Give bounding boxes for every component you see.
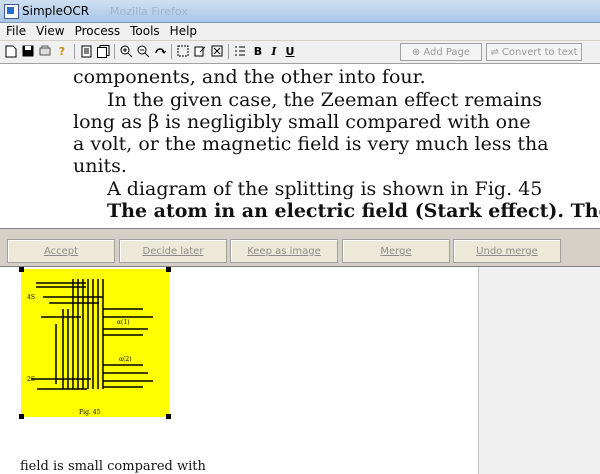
toolbar: ? B I U ⊕ Add Page ⇌ Convert to text — [0, 41, 600, 64]
new-icon[interactable] — [4, 44, 18, 58]
background-window-title: Mozilla Firefox — [110, 5, 188, 18]
page-icon[interactable] — [80, 44, 94, 58]
convert-icon: ⇌ — [490, 46, 499, 58]
toolbar-separator — [171, 44, 172, 59]
refresh-icon[interactable] — [153, 44, 167, 58]
right-panel — [478, 267, 600, 474]
undo-merge-button[interactable]: Undo merge — [453, 239, 561, 263]
menu-help[interactable]: Help — [166, 23, 201, 39]
app-icon — [4, 4, 19, 19]
text-snippet: field is small compared with — [20, 459, 206, 474]
resize-handle[interactable] — [19, 267, 24, 272]
toolbar-separator — [74, 44, 75, 59]
ocr-line: units. — [73, 155, 127, 177]
list-icon[interactable] — [233, 44, 247, 58]
ocr-line: a volt, or the magnetic field is very mu… — [73, 133, 549, 155]
svg-text:2S: 2S — [27, 376, 35, 383]
action-bar: Accept Decide later Keep as image Merge … — [0, 237, 600, 265]
svg-text:α(1): α(1) — [117, 319, 130, 326]
decide-later-button[interactable]: Decide later — [119, 239, 227, 263]
add-page-button[interactable]: ⊕ Add Page — [400, 43, 482, 61]
ocr-line: In the given case, the Zeeman effect rem… — [107, 89, 542, 111]
select-icon[interactable] — [176, 44, 190, 58]
scan-icon[interactable] — [38, 44, 52, 58]
accept-button[interactable]: Accept — [7, 239, 115, 263]
edit-icon[interactable] — [193, 44, 207, 58]
resize-handle[interactable] — [166, 267, 171, 272]
menu-tools[interactable]: Tools — [126, 23, 164, 39]
keep-as-image-button[interactable]: Keep as image — [230, 239, 338, 263]
spectral-diagram: α(1) α(2) 4S 2S — [27, 279, 153, 390]
toolbar-separator — [114, 44, 115, 59]
partial-line: · · · · · · · · · · · · · · · · · · · · … — [73, 222, 282, 228]
ocr-line: A diagram of the splitting is shown in F… — [107, 178, 543, 200]
pages-icon[interactable] — [96, 44, 110, 58]
zoom-in-icon[interactable] — [119, 44, 133, 58]
delete-icon[interactable] — [210, 44, 224, 58]
region-preview-pane: α(1) α(2) 4S 2S Fig. 45 field is small c… — [0, 266, 600, 474]
zoom-out-icon[interactable] — [136, 44, 150, 58]
convert-to-text-button[interactable]: ⇌ Convert to text — [486, 43, 582, 61]
underline-icon[interactable]: U — [283, 44, 297, 58]
menu-file[interactable]: File — [2, 23, 30, 39]
image-region[interactable]: α(1) α(2) 4S 2S Fig. 45 — [21, 269, 169, 417]
title-bar: SimpleOCR Mozilla Firefox — [0, 0, 600, 23]
convert-label: Convert to text — [501, 46, 578, 58]
add-page-label: Add Page — [423, 46, 471, 58]
merge-button[interactable]: Merge — [342, 239, 450, 263]
svg-text:4S: 4S — [27, 294, 35, 301]
add-page-icon: ⊕ — [411, 46, 421, 58]
document-pane[interactable]: · · · · · · · · · · · · · · · · · · · · … — [0, 64, 600, 229]
resize-handle[interactable] — [19, 414, 24, 419]
window-title: SimpleOCR — [22, 4, 90, 18]
save-icon[interactable] — [21, 44, 35, 58]
svg-text:α(2): α(2) — [119, 356, 132, 363]
resize-handle[interactable] — [166, 414, 171, 419]
bold-icon[interactable]: B — [251, 44, 265, 58]
ocr-line: long as β is negligibly small compared w… — [73, 111, 531, 133]
help-icon[interactable]: ? — [55, 44, 69, 58]
menu-bar: File View Process Tools Help — [0, 23, 600, 40]
ocr-line: components, and the other into four. — [73, 66, 426, 88]
menu-process[interactable]: Process — [71, 23, 125, 39]
toolbar-separator — [228, 44, 229, 59]
figure-caption: Fig. 45 — [79, 409, 101, 416]
italic-icon[interactable]: I — [267, 44, 281, 58]
menu-view[interactable]: View — [32, 23, 68, 39]
ocr-line: The atom in an electric field (Stark eff… — [107, 200, 600, 222]
